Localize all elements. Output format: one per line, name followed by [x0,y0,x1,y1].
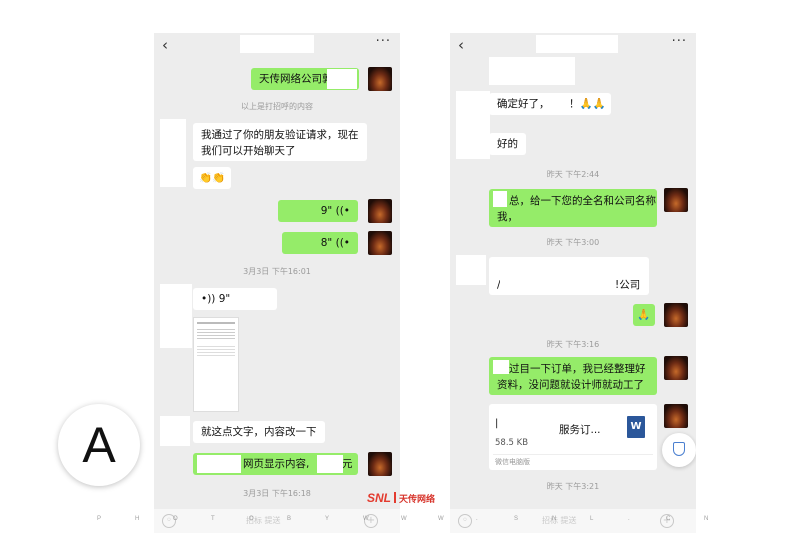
file-message-card[interactable]: | 服务订... 58.5 KB W 微信电脑版 [489,404,657,470]
watermark-letter: O [173,516,178,522]
divider [493,454,653,455]
more-dots-icon[interactable]: ··· [672,34,687,49]
file-source: 微信电脑版 [495,458,530,466]
file-name: 服务订... [559,424,601,436]
timestamp-1: 3月3日 下午16:01 [243,267,311,276]
voice-message-3[interactable]: •)) 9" [193,288,277,310]
redacted-contact-name [240,35,314,53]
chat-screen-right: ‹ ··· 确定好了， ！🙏🙏 好的 昨天 下午2:44 总，给一下您的全名和公… [450,33,696,533]
my-avatar[interactable] [368,199,392,223]
word-doc-icon: W [627,416,645,438]
friend-avatar[interactable] [160,119,186,187]
redaction-mask [500,263,612,291]
message-ask-name[interactable]: 总，给一下您的全名和公司名称 我， [489,189,657,227]
label-badge-a: A [58,404,140,486]
photo-watermark: P H O T O B Y W W W. S N L. C N [0,516,800,526]
chat-header: ‹ ··· [154,33,400,57]
watermark-letter: W [401,516,407,522]
watermark-letter: H [135,516,140,522]
watermark-letter: W [363,516,369,522]
message-confirm[interactable]: 确定好了， ！🙏🙏 [489,93,611,115]
redacted-contact-name [536,35,618,53]
voice-wave-icon: ((• [335,205,350,217]
file-size: 58.5 KB [495,438,529,448]
message-verify[interactable]: 我通过了你的朋友验证请求，现在 我们可以开始聊天了 [193,123,367,161]
clap-emoji-icon: 👏👏 [199,172,226,184]
my-avatar[interactable] [664,188,688,212]
more-dots-icon[interactable]: ··· [376,34,391,49]
timestamp-2: 3月3日 下午16:18 [243,489,311,498]
voice-wave-icon: •)) [201,293,219,305]
watermark-letter: O [249,516,254,522]
message-clap-emoji[interactable]: 👏👏 [193,167,232,189]
redaction-mask [327,69,357,89]
watermark-letter: L [590,516,594,522]
timestamp-3: 昨天 下午3:16 [546,340,600,349]
message-order[interactable]: 过目一下订单，我已经整理好 资料，没问题就设计师就动工了 [489,357,657,395]
redaction-mask [197,455,241,473]
received-image[interactable] [193,317,239,412]
system-notice: 以上是打招呼的内容 [241,102,313,111]
watermark-letter: N [552,516,557,522]
watermark-letter: B [287,516,292,522]
my-avatar[interactable] [664,404,688,428]
brand-logo: SNL 天传网络 [367,491,436,505]
back-arrow-icon[interactable]: ‹ [162,36,168,54]
watermark-letter: T [211,516,215,522]
shield-icon[interactable] [662,433,696,467]
pray-emoji-icon: 🙏 [637,309,651,321]
message-emoji[interactable]: 🙏 [633,304,655,326]
message-edit-request[interactable]: 就这点文字，内容改一下 [193,421,325,443]
watermark-letter: Y [325,516,330,522]
watermark-letter: N [704,516,709,522]
voice-message-2[interactable]: 8" ((• [282,232,358,254]
watermark-letter: W [438,516,444,522]
voice-message-1[interactable]: 9" ((• [278,200,358,222]
friend-avatar[interactable] [160,416,190,446]
my-avatar[interactable] [664,303,688,327]
watermark-letter: S [514,516,519,522]
my-avatar[interactable] [368,231,392,255]
message-ok[interactable]: 好的 [489,133,526,155]
back-arrow-icon[interactable]: ‹ [458,36,464,54]
friend-avatar[interactable] [456,91,490,159]
redacted-message [489,57,575,85]
my-avatar[interactable] [368,452,392,476]
watermark-letter: C [666,516,671,522]
chat-screen-left: ‹ ··· 天传网络公司敦 以上是打招呼的内容 我通过了你的朋友验证请求，现在 … [154,33,400,533]
watermark-letter: . [628,516,630,522]
redaction-mask [493,191,507,207]
watermark-letter: . [476,516,478,522]
watermark-letter: P [97,516,102,522]
timestamp-2: 昨天 下午3:00 [546,238,600,247]
voice-wave-icon: ((• [335,237,350,249]
pray-emoji-icon: ！🙏🙏 [569,98,606,110]
friend-avatar[interactable] [160,284,192,348]
timestamp-1: 昨天 下午2:44 [546,170,600,179]
redaction-mask [317,455,343,473]
chat-header: ‹ ··· [450,33,696,57]
redaction-mask [493,360,509,374]
friend-avatar[interactable] [456,255,486,285]
my-avatar[interactable] [368,67,392,91]
my-avatar[interactable] [664,356,688,380]
timestamp-4: 昨天 下午3:21 [546,482,600,491]
